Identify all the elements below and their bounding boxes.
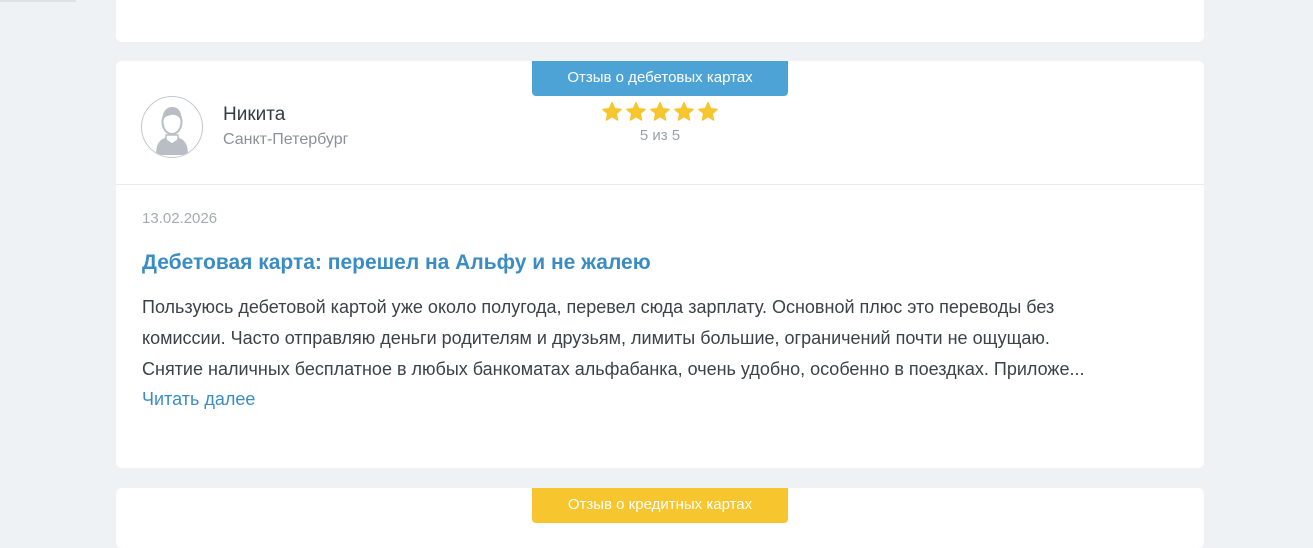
review-text-line: Снятие наличных бесплатное в любых банко… — [142, 359, 1085, 379]
top-divider — [0, 0, 76, 2]
review-title[interactable]: Дебетовая карта: перешел на Альфу и не ж… — [142, 249, 1178, 277]
star-icon — [626, 101, 646, 121]
review-rating: 5 из 5 — [595, 101, 725, 144]
read-more-link[interactable]: Читать далее — [142, 385, 255, 413]
review-text-line: комиссии. Часто отправляю деньги родител… — [142, 328, 1050, 348]
star-icon — [650, 101, 670, 121]
review-category-badge[interactable]: Отзыв о кредитных картах — [532, 488, 788, 523]
review-card-next: Отзыв о кредитных картах — [116, 488, 1204, 548]
star-icon — [698, 101, 718, 121]
review-author: Никита Санкт-Петербург — [223, 103, 348, 151]
rating-stars — [595, 101, 725, 125]
review-text: Пользуюсь дебетовой картой уже около пол… — [142, 292, 1178, 385]
author-name: Никита — [223, 104, 286, 125]
review-date: 13.02.2026 — [142, 210, 218, 227]
review-text-line: Пользуюсь дебетовой картой уже около пол… — [142, 297, 1055, 317]
star-icon — [674, 101, 694, 121]
review-header: Никита Санкт-Петербург 5 из 5 — [116, 61, 1204, 185]
user-avatar-icon — [141, 96, 203, 158]
rating-text: 5 из 5 — [639, 127, 681, 144]
review-card-previous — [116, 0, 1204, 42]
review-card: Отзыв о дебетовых картах Никита Санкт-Пе… — [116, 61, 1204, 468]
star-icon — [602, 101, 622, 121]
author-city: Санкт-Петербург — [223, 131, 349, 148]
review-body: 13.02.2026 Дебетовая карта: перешел на А… — [116, 185, 1204, 413]
